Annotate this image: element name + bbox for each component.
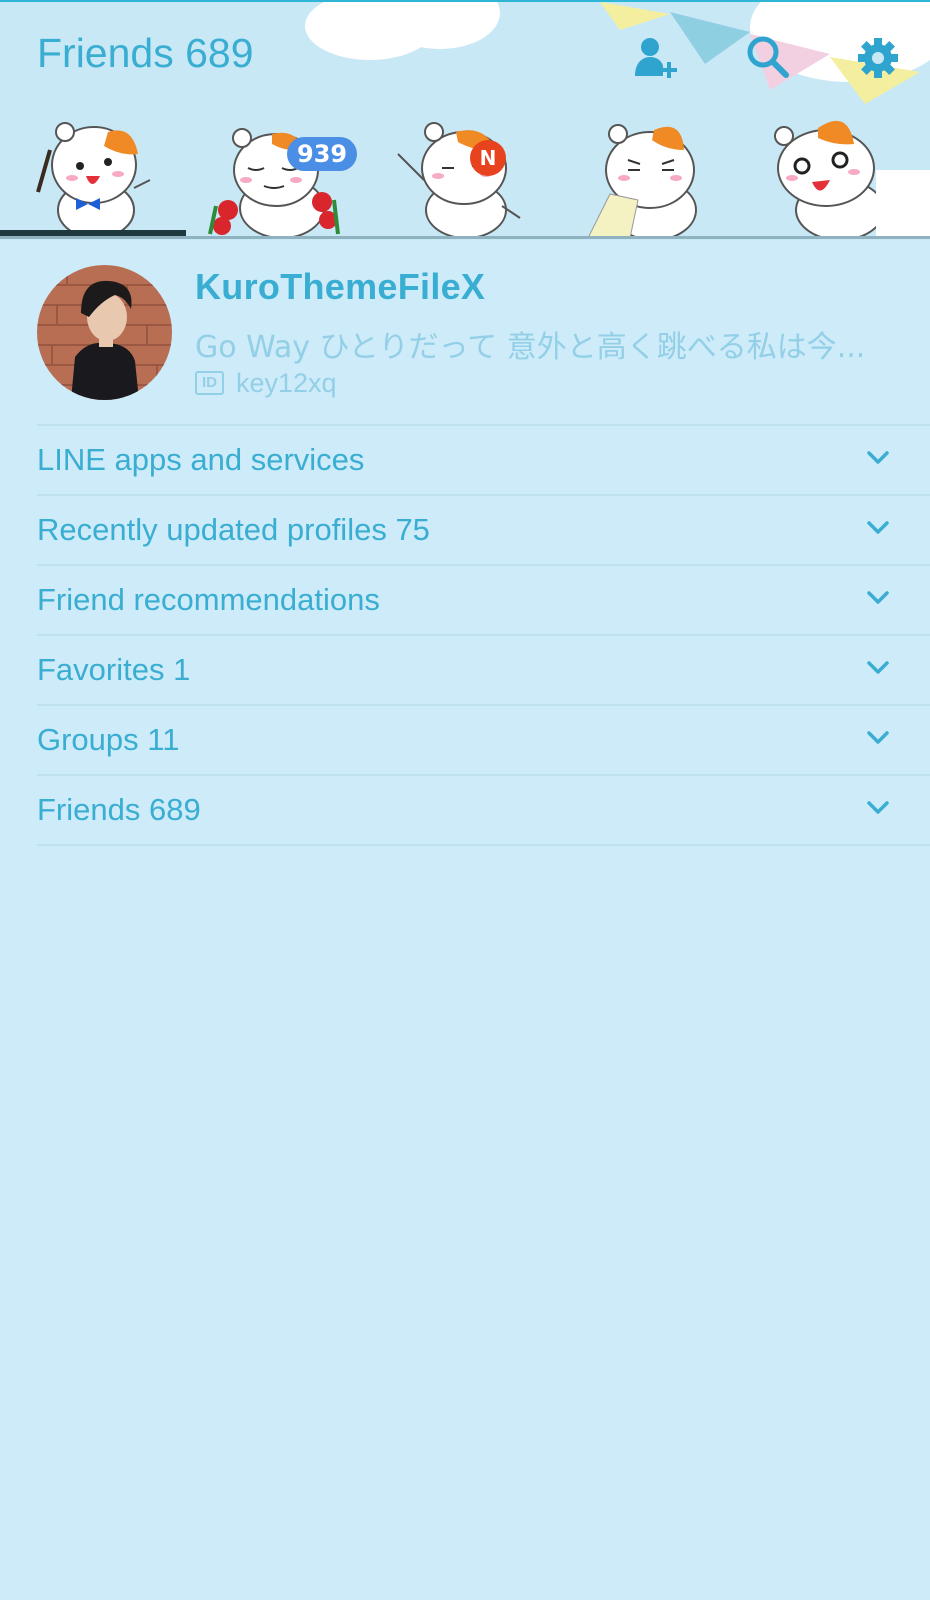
hamster-friends-icon xyxy=(36,122,151,238)
tab-timeline[interactable]: N xyxy=(372,110,558,238)
new-badge: N xyxy=(470,140,506,176)
chevron-down-icon xyxy=(867,801,889,814)
unread-chats-badge: 939 xyxy=(287,137,358,171)
section-label: Friends 689 xyxy=(37,792,201,827)
chevron-down-icon xyxy=(867,451,889,464)
settings-button[interactable] xyxy=(854,34,902,82)
section-label: Favorites 1 xyxy=(37,652,191,687)
tab-friends[interactable] xyxy=(0,110,186,238)
tab-more[interactable] xyxy=(744,110,930,238)
tab-news[interactable] xyxy=(558,110,744,238)
section-favorites[interactable]: Favorites 1 xyxy=(37,636,930,706)
friend-sections: LINE apps and services Recently updated … xyxy=(37,424,930,846)
section-label: Friend recommendations xyxy=(37,582,380,617)
page-title: Friends 689 xyxy=(37,30,254,76)
hamster-chats-icon xyxy=(208,128,340,238)
section-label: Recently updated profiles 75 xyxy=(37,512,430,547)
hamster-more-icon xyxy=(774,120,930,238)
my-profile[interactable]: KuroThemeFileX Go Way ひとりだって 意外と高く跳べる私は今… xyxy=(0,240,930,425)
profile-id: ID key12xq xyxy=(195,368,337,398)
profile-status-message: Go Way ひとりだって 意外と高く跳べる私は今... xyxy=(195,330,866,365)
add-friend-icon xyxy=(635,38,677,78)
section-label: LINE apps and services xyxy=(37,442,365,477)
chevron-down-icon xyxy=(867,731,889,744)
avatar[interactable] xyxy=(37,265,172,400)
hamster-news-icon xyxy=(587,124,697,238)
hamster-timeline-icon xyxy=(397,122,521,238)
section-line-apps[interactable]: LINE apps and services xyxy=(37,426,930,496)
section-friend-recommendations[interactable]: Friend recommendations xyxy=(37,566,930,636)
section-friends[interactable]: Friends 689 xyxy=(37,776,930,846)
avatar-image xyxy=(37,265,172,400)
section-recently-updated[interactable]: Recently updated profiles 75 xyxy=(37,496,930,566)
tab-bar: 939 N xyxy=(0,110,930,238)
chevron-down-icon xyxy=(867,591,889,604)
header: Friends 689 939 N xyxy=(0,0,930,240)
section-label: Groups 11 xyxy=(37,722,180,757)
section-groups[interactable]: Groups 11 xyxy=(37,706,930,776)
profile-id-value: key12xq xyxy=(236,367,337,398)
profile-name: KuroThemeFileX xyxy=(195,266,486,307)
add-friend-button[interactable] xyxy=(632,34,680,82)
chevron-down-icon xyxy=(867,661,889,674)
chevron-down-icon xyxy=(867,521,889,534)
search-icon xyxy=(747,36,789,78)
id-icon: ID xyxy=(195,371,224,395)
search-button[interactable] xyxy=(744,34,792,82)
tab-chats[interactable]: 939 xyxy=(186,110,372,238)
header-divider xyxy=(0,236,930,239)
settings-icon xyxy=(858,38,898,78)
